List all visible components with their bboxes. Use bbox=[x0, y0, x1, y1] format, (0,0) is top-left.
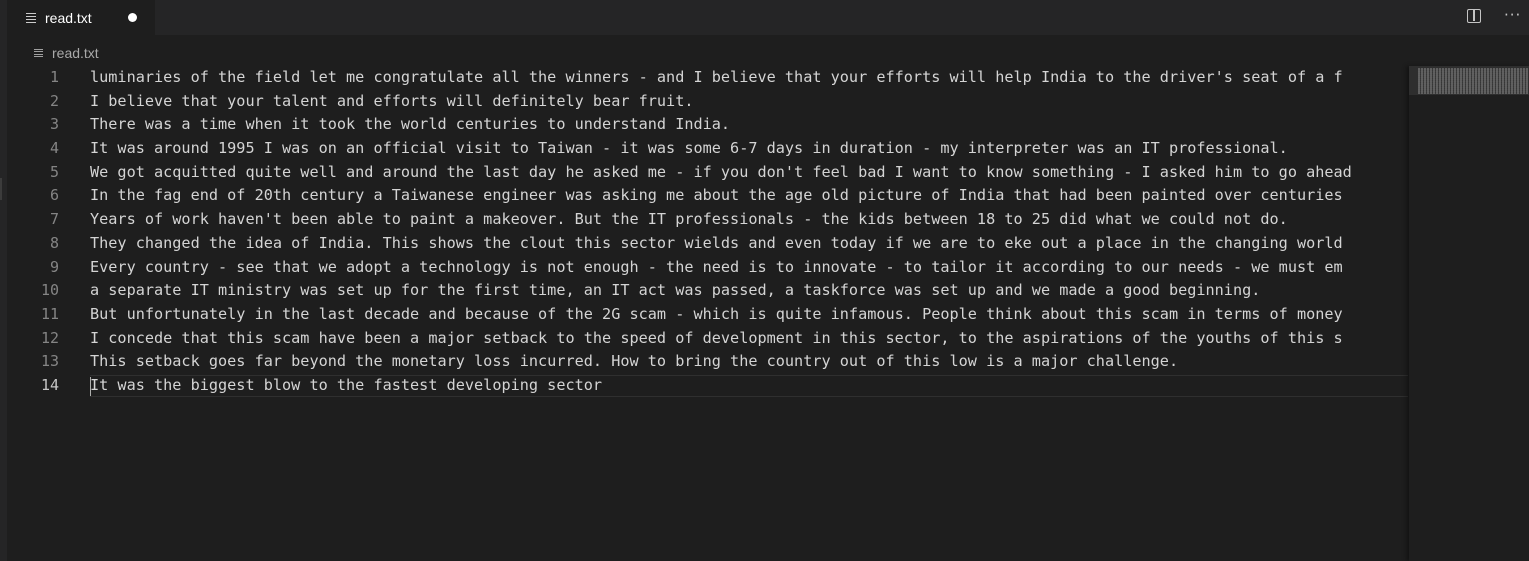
more-actions-icon[interactable]: ··· bbox=[1504, 6, 1521, 24]
code-line[interactable]: a separate IT ministry was set up for th… bbox=[90, 279, 1408, 303]
line-number: 1 bbox=[49, 68, 59, 86]
line-number: 11 bbox=[40, 304, 59, 323]
text-editor-area[interactable]: luminaries of the field let me congratul… bbox=[90, 66, 1408, 561]
line-number: 13 bbox=[40, 352, 59, 371]
code-line[interactable]: It was around 1995 I was on an official … bbox=[90, 137, 1408, 161]
minimap-content bbox=[1418, 68, 1528, 94]
code-line[interactable]: I believe that your talent and efforts w… bbox=[90, 90, 1408, 114]
editor-window: read.txt ··· read.txt 1 2 3 4 5 6 7 8 9 10 11 12 13 1… bbox=[0, 0, 1529, 561]
activity-marker bbox=[0, 178, 2, 200]
lines-icon bbox=[26, 12, 36, 23]
line-number: 8 bbox=[49, 233, 59, 252]
line-number: 6 bbox=[49, 186, 59, 205]
breadcrumb[interactable]: read.txt bbox=[34, 43, 99, 63]
lines-icon bbox=[34, 48, 43, 58]
line-number-gutter: 1 2 3 4 5 6 7 8 9 10 11 12 13 14 bbox=[7, 66, 85, 398]
code-line[interactable]: Years of work haven't been able to paint… bbox=[90, 208, 1408, 232]
tab-label: read.txt bbox=[45, 9, 92, 26]
line-number: 2 bbox=[49, 91, 59, 110]
code-line[interactable]: In the fag end of 20th century a Taiwane… bbox=[90, 184, 1408, 208]
breadcrumb-file[interactable]: read.txt bbox=[52, 45, 99, 61]
code-line[interactable]: But unfortunately in the last decade and… bbox=[90, 303, 1408, 327]
line-number: 4 bbox=[49, 139, 59, 158]
code-line[interactable]: They changed the idea of India. This sho… bbox=[90, 232, 1408, 256]
code-line[interactable]: We got acquitted quite well and around t… bbox=[90, 161, 1408, 185]
line-number: 10 bbox=[40, 281, 59, 300]
line-number: 3 bbox=[49, 115, 59, 134]
code-line[interactable]: luminaries of the field let me congratul… bbox=[90, 66, 1408, 90]
code-line[interactable]: I concede that this scam have been a maj… bbox=[90, 327, 1408, 351]
line-number: 12 bbox=[40, 328, 59, 347]
line-number: 9 bbox=[49, 257, 59, 276]
code-line[interactable]: There was a time when it took the world … bbox=[90, 113, 1408, 137]
split-editor-icon[interactable] bbox=[1467, 9, 1481, 23]
line-number: 7 bbox=[49, 210, 59, 229]
line-number: 14 bbox=[40, 375, 59, 394]
minimap[interactable] bbox=[1409, 66, 1529, 561]
code-line[interactable]: Every country - see that we adopt a tech… bbox=[90, 256, 1408, 280]
tab-bar bbox=[7, 0, 1529, 35]
code-line[interactable]: It was the biggest blow to the fastest d… bbox=[90, 374, 1408, 398]
code-line[interactable]: This setback goes far beyond the monetar… bbox=[90, 350, 1408, 374]
line-number: 5 bbox=[49, 162, 59, 181]
unsaved-dot-icon[interactable] bbox=[128, 13, 137, 22]
tab-read-txt[interactable]: read.txt bbox=[7, 0, 155, 35]
activity-strip bbox=[0, 0, 7, 561]
